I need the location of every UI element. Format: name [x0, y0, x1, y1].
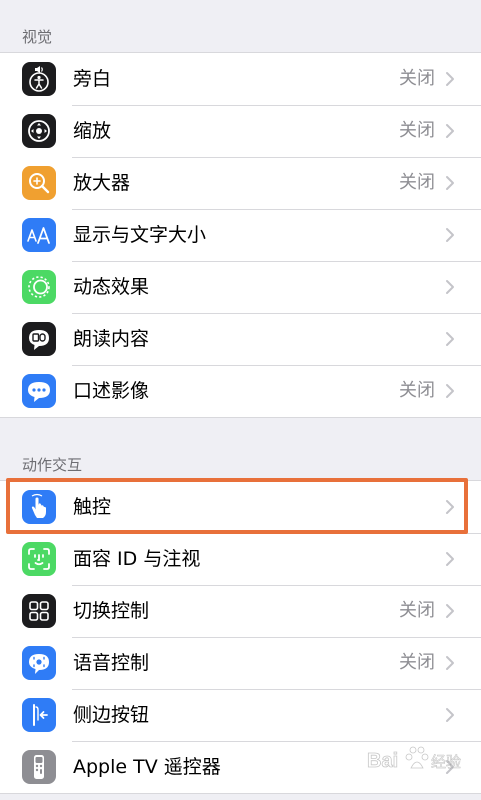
touch-icon — [22, 490, 56, 524]
voiceover-icon — [22, 62, 56, 96]
settings-row-value: 关闭 — [399, 120, 435, 141]
baidu-jingyan-watermark: Bai 经验 — [367, 740, 467, 778]
chevron-right-icon — [441, 654, 459, 672]
settings-row-value: 关闭 — [399, 652, 435, 673]
section-header-physical-motor: 动作交互 — [22, 456, 83, 474]
settings-row-value: 关闭 — [399, 380, 435, 401]
chevron-right-icon — [441, 278, 459, 296]
top-strip — [0, 0, 481, 14]
settings-row-zoom[interactable]: 缩放 关闭 — [0, 105, 481, 157]
settings-row-face-id-attention[interactable]: 面容 ID 与注视 — [0, 533, 481, 585]
settings-row-label: Apple TV 遥控器 — [73, 756, 221, 778]
settings-row-side-button[interactable]: 侧边按钮 — [0, 689, 481, 741]
settings-group-vision: 旁白 关闭 缩放 关闭 放大器 关闭 显示与文字大小 动态效果 朗读内容 口述影… — [0, 52, 481, 418]
audio-description-icon — [22, 374, 56, 408]
chevron-right-icon — [441, 706, 459, 724]
magnifier-icon — [22, 166, 56, 200]
settings-row-label: 动态效果 — [73, 276, 150, 298]
settings-row-switch-control[interactable]: 切换控制 关闭 — [0, 585, 481, 637]
spoken-content-icon — [22, 322, 56, 356]
zoom-icon — [22, 114, 56, 148]
section-header-vision: 视觉 — [22, 28, 53, 46]
text-size-icon — [22, 218, 56, 252]
svg-text:经验: 经验 — [431, 753, 461, 771]
settings-row-touch[interactable]: 触控 — [0, 481, 481, 533]
chevron-right-icon — [441, 330, 459, 348]
chevron-right-icon — [441, 498, 459, 516]
settings-row-label: 显示与文字大小 — [73, 224, 207, 246]
settings-row-label: 切换控制 — [73, 600, 150, 622]
settings-row-value: 关闭 — [399, 172, 435, 193]
settings-row-value: 关闭 — [399, 600, 435, 621]
settings-row-value: 关闭 — [399, 68, 435, 89]
settings-row-spoken-content[interactable]: 朗读内容 — [0, 313, 481, 365]
svg-text:Bai: Bai — [367, 750, 398, 772]
motion-icon — [22, 270, 56, 304]
settings-row-display-text-size[interactable]: 显示与文字大小 — [0, 209, 481, 261]
chevron-right-icon — [441, 602, 459, 620]
chevron-right-icon — [441, 174, 459, 192]
settings-row-label: 侧边按钮 — [73, 704, 150, 726]
settings-row-label: 朗读内容 — [73, 328, 150, 350]
voice-control-icon — [22, 646, 56, 680]
settings-row-voiceover[interactable]: 旁白 关闭 — [0, 53, 481, 105]
settings-row-label: 旁白 — [73, 68, 112, 90]
apple-tv-remote-icon — [22, 750, 56, 784]
settings-row-label: 放大器 — [73, 172, 131, 194]
chevron-right-icon — [441, 226, 459, 244]
chevron-right-icon — [441, 70, 459, 88]
settings-row-magnifier[interactable]: 放大器 关闭 — [0, 157, 481, 209]
chevron-right-icon — [441, 122, 459, 140]
settings-row-audio-description[interactable]: 口述影像 关闭 — [0, 365, 481, 417]
settings-row-label: 面容 ID 与注视 — [73, 548, 201, 570]
face-id-icon — [22, 542, 56, 576]
switch-control-icon — [22, 594, 56, 628]
settings-row-label: 触控 — [73, 496, 112, 518]
chevron-right-icon — [441, 550, 459, 568]
settings-row-label: 缩放 — [73, 120, 112, 142]
settings-row-voice-control[interactable]: 语音控制 关闭 — [0, 637, 481, 689]
side-button-icon — [22, 698, 56, 732]
settings-row-label: 语音控制 — [73, 652, 150, 674]
chevron-right-icon — [441, 382, 459, 400]
settings-row-label: 口述影像 — [73, 380, 150, 402]
settings-row-motion[interactable]: 动态效果 — [0, 261, 481, 313]
